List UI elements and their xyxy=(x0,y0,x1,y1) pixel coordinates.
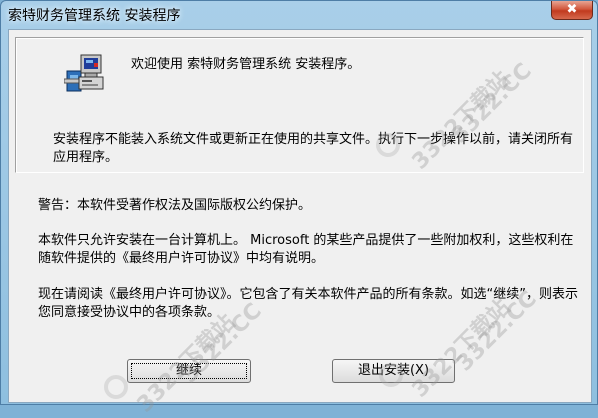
welcome-text: 欢迎使用 索特财务管理系统 安装程序。 xyxy=(131,57,361,72)
close-button[interactable]: ✖ xyxy=(551,1,593,20)
license-paragraph: 本软件只允许安装在一台计算机上。 Microsoft 的某些产品提供了一些附加权… xyxy=(38,233,574,266)
setup-window: 索特财务管理系统 安装程序 ✖ 欢迎使用 索特财务管理系统 安装程序。 安装程序… xyxy=(0,0,598,418)
close-icon: ✖ xyxy=(566,2,578,17)
computer-setup-icon xyxy=(63,49,106,95)
window-title: 索特财务管理系统 安装程序 xyxy=(8,8,181,24)
copyright-warning: 警告：本软件受著作权法及国际版权公约保护。 xyxy=(38,198,312,213)
title-bar[interactable]: 索特财务管理系统 安装程序 ✖ xyxy=(1,1,597,27)
close-apps-notice: 安装程序不能装入系统文件或更新正在使用的共享文件。执行下一步操作以前，请关闭所有… xyxy=(53,132,574,165)
